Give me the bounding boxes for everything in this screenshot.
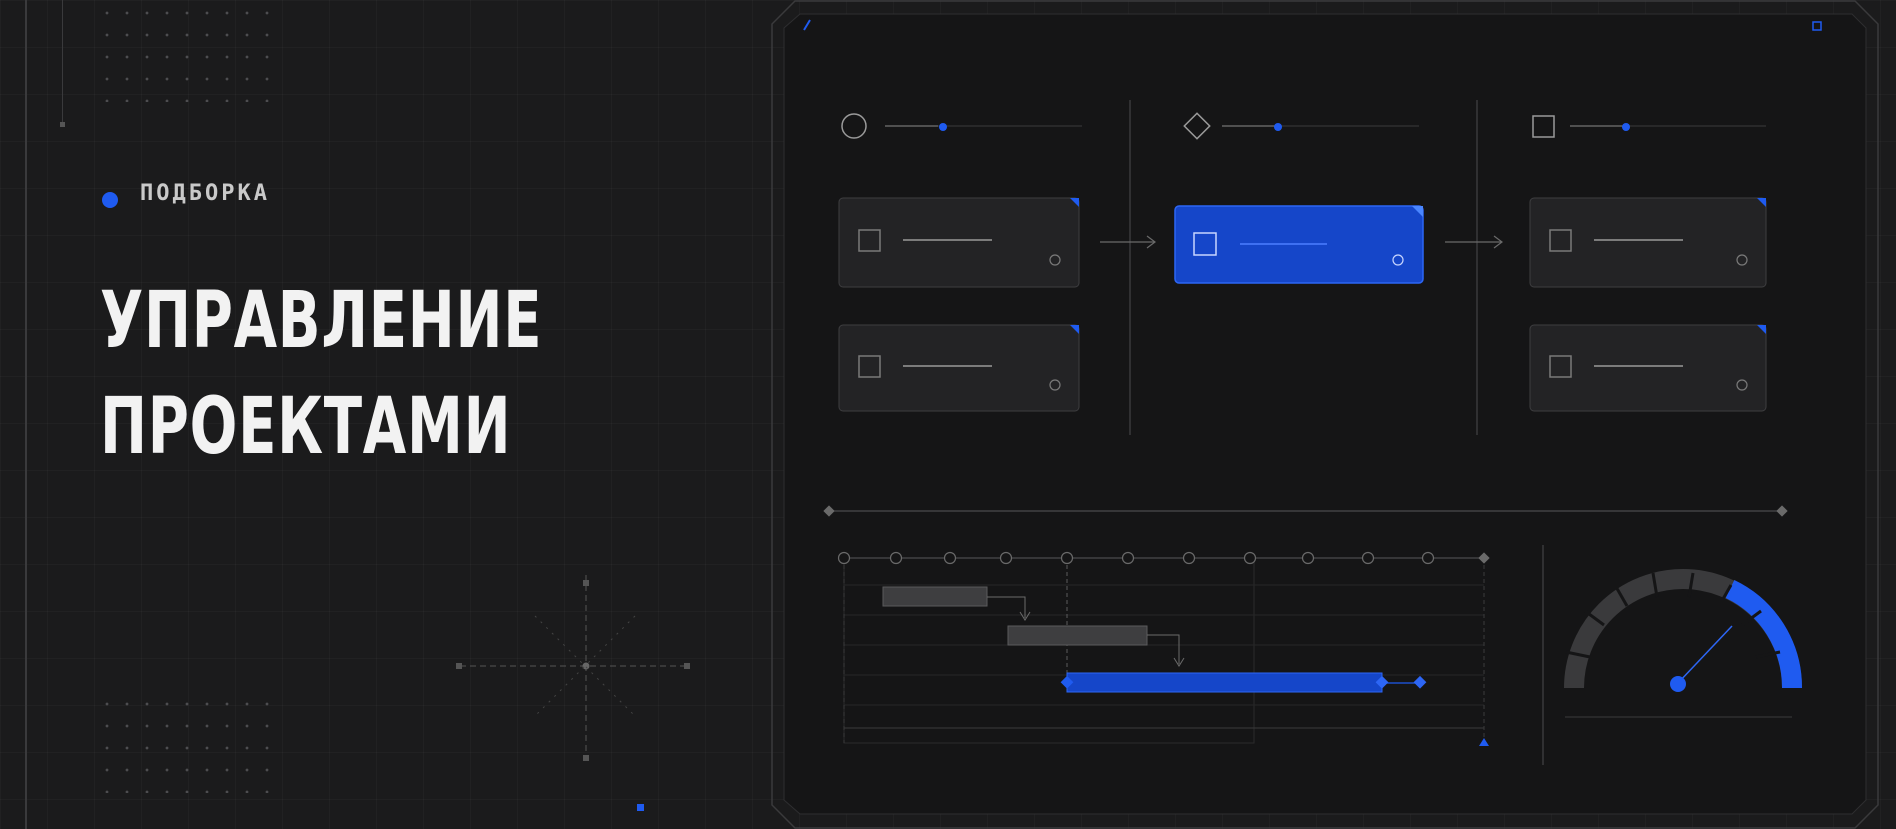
task-card [838, 324, 1080, 412]
dot-grid-top [97, 2, 277, 102]
dot-grid-bottom [97, 693, 277, 793]
crosshair-icon [456, 575, 690, 761]
left-border-line [25, 0, 27, 829]
task-card [838, 197, 1080, 288]
page-title: УПРАВЛЕНИЕ ПРОЕКТАМИ [100, 268, 542, 480]
task-card [1529, 197, 1767, 288]
title-line-1: УПРАВЛЕНИЕ [100, 276, 543, 366]
title-line-2: ПРОЕКТАМИ [100, 382, 512, 472]
tag-label: ПОДБОРКА [140, 180, 270, 206]
category-tag: ПОДБОРКА [102, 178, 270, 208]
accent-line-end [60, 122, 65, 127]
tag-dot-icon [102, 192, 118, 208]
accent-square [637, 804, 644, 811]
task-card [1529, 324, 1767, 412]
active-task-card [1174, 205, 1424, 284]
project-illustration [771, 0, 1879, 829]
top-accent-line [62, 0, 63, 124]
